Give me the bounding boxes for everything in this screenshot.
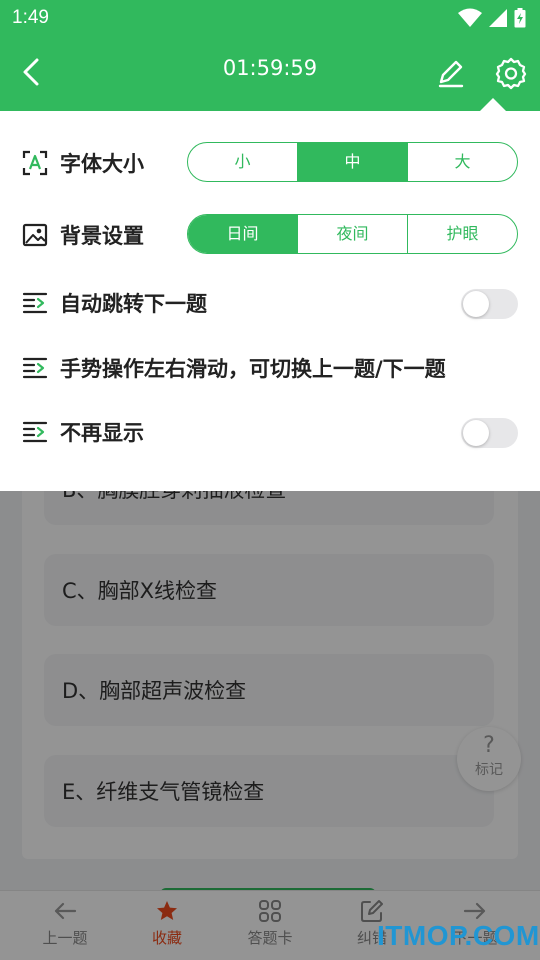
list-indent-icon [22,357,48,379]
status-time: 1:49 [12,7,49,28]
no-show-label: 不再显示 [60,421,144,445]
font-size-selector: 小 中 大 [187,142,518,182]
list-indent-icon [22,421,48,443]
status-bar: 1:49 [0,0,540,36]
wifi-icon [458,8,482,27]
gesture-label: 手势操作左右滑动，可切换上一题/下一题 [60,357,446,381]
background-selector: 日间 夜间 护眼 [187,214,518,254]
background-day[interactable]: 日间 [188,215,297,253]
watermark: ITMOP.COM [377,920,540,951]
toggle-knob [463,291,489,317]
gesture-row: 手势操作左右滑动，可切换上一题/下一题 [0,343,540,393]
image-icon [22,223,48,247]
background-label: 背景设置 [60,224,144,248]
auto-next-row: 自动跳转下一题 [0,278,540,328]
font-size-row: 字体大小 小 中 大 [0,138,540,188]
background-night[interactable]: 夜间 [297,215,407,253]
pencil-icon[interactable] [434,56,468,90]
settings-panel: 字体大小 小 中 大 背景设置 日间 夜间 护眼 自动跳转下一题 手势操作左右滑… [0,111,540,491]
font-size-large[interactable]: 大 [407,143,517,181]
font-size-medium[interactable]: 中 [297,143,407,181]
background-row: 背景设置 日间 夜间 护眼 [0,210,540,260]
font-size-label: 字体大小 [60,152,144,176]
gear-icon[interactable] [494,56,528,90]
no-show-toggle[interactable] [461,418,518,448]
auto-next-toggle[interactable] [461,289,518,319]
list-indent-icon [22,292,48,314]
battery-icon [514,8,526,28]
font-size-icon [22,150,48,176]
toggle-knob [463,420,489,446]
auto-next-label: 自动跳转下一题 [60,292,207,316]
signal-icon [489,9,507,27]
background-eye-care[interactable]: 护眼 [407,215,517,253]
popup-caret [480,98,506,111]
no-show-row: 不再显示 [0,407,540,457]
font-size-small[interactable]: 小 [188,143,297,181]
top-app-bar: 01:59:59 [0,36,540,111]
status-icons [458,8,526,28]
